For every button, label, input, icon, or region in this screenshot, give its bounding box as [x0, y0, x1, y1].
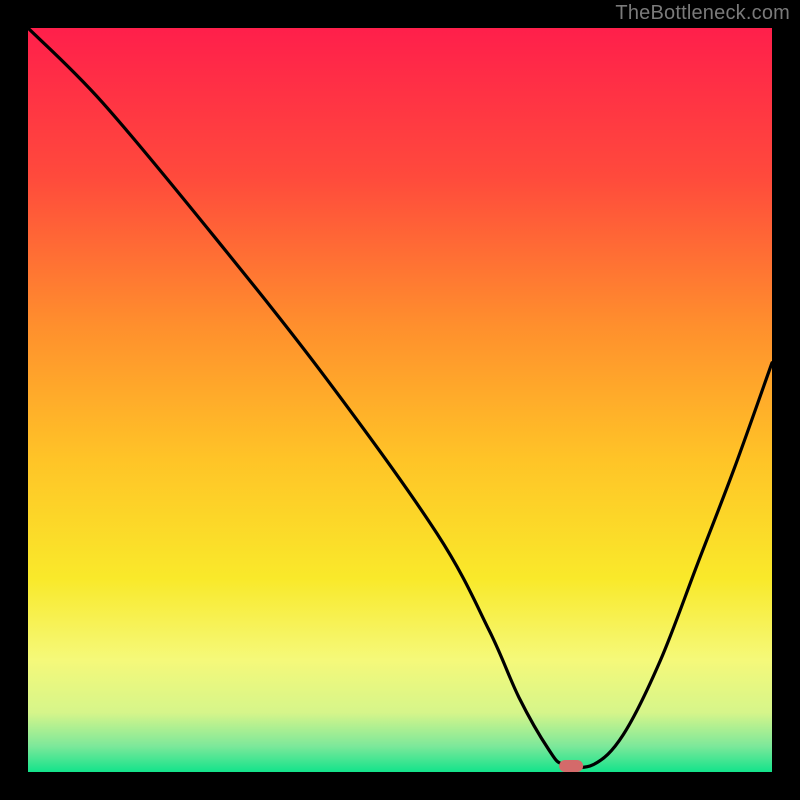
- watermark-text: TheBottleneck.com: [615, 2, 790, 25]
- chart-svg: [28, 28, 772, 772]
- optimal-point-marker: [559, 760, 583, 772]
- chart-frame: TheBottleneck.com: [0, 0, 800, 800]
- bottleneck-chart: [28, 28, 772, 772]
